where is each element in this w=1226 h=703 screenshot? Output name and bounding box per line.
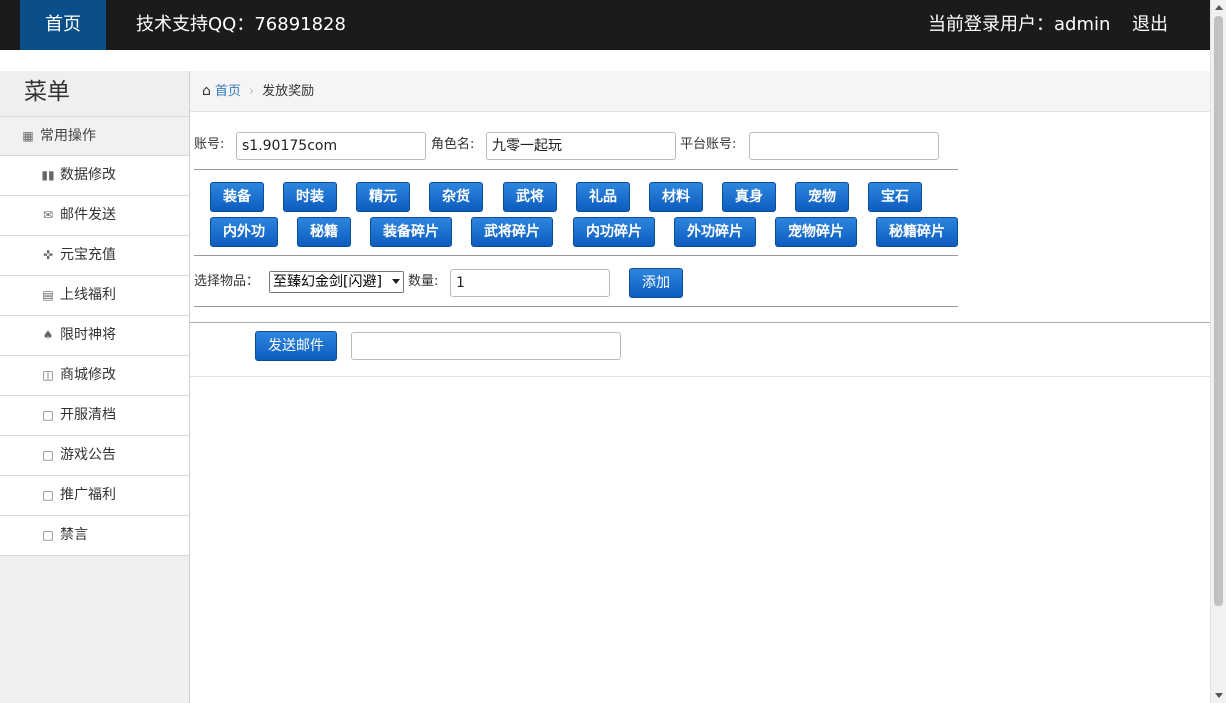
sidebar-item-data-edit[interactable]: ▮▮ 数据修改 xyxy=(0,156,189,196)
books-icon: ▮▮ xyxy=(41,168,55,182)
sidebar-group-common[interactable]: ▦ 常用操作 xyxy=(0,116,189,156)
vertical-scrollbar[interactable] xyxy=(1210,0,1226,703)
category-button-general[interactable]: 武将 xyxy=(503,182,557,212)
send-mail-button[interactable]: 发送邮件 xyxy=(255,331,337,361)
sidebar-item-server-reset[interactable]: □ 开服清档 xyxy=(0,396,189,436)
home-icon: ⌂ xyxy=(202,83,211,99)
divider xyxy=(194,255,958,256)
sidebar-item-mute[interactable]: □ 禁言 xyxy=(0,516,189,556)
sidebar-item-announcement[interactable]: □ 游戏公告 xyxy=(0,436,189,476)
list-icon: ▤ xyxy=(42,288,54,302)
sidebar-item-label: 数据修改 xyxy=(60,167,116,183)
account-label: 账号: xyxy=(194,137,225,152)
category-button-true-body[interactable]: 真身 xyxy=(722,182,776,212)
category-button-misc[interactable]: 杂货 xyxy=(429,182,483,212)
sidebar-item-mail-send[interactable]: ✉ 邮件发送 xyxy=(0,196,189,236)
section-divider xyxy=(190,376,1210,377)
category-button-equipment[interactable]: 装备 xyxy=(210,182,264,212)
divider xyxy=(194,306,958,307)
category-button-inner-skill-shards[interactable]: 内功碎片 xyxy=(573,217,655,247)
category-button-outer-skill-shards[interactable]: 外功碎片 xyxy=(674,217,756,247)
role-name-label: 角色名: xyxy=(431,137,475,152)
scroll-up-arrow-icon[interactable] xyxy=(1215,5,1223,10)
select-item-label: 选择物品： xyxy=(194,274,260,289)
breadcrumb-separator: › xyxy=(248,84,255,99)
quantity-label: 数量: xyxy=(408,274,439,289)
divider xyxy=(194,169,958,170)
folder-open-icon: ◫ xyxy=(42,368,54,382)
top-navbar: 首页 技术支持QQ：76891828 当前登录用户：admin 退出 xyxy=(0,0,1210,50)
platform-account-label: 平台账号: xyxy=(680,137,737,152)
category-button-skills[interactable]: 内外功 xyxy=(210,217,278,247)
category-button-general-shards[interactable]: 武将碎片 xyxy=(471,217,553,247)
platform-account-input[interactable] xyxy=(749,132,939,160)
add-button[interactable]: 添加 xyxy=(629,268,683,298)
sidebar-item-limited-general[interactable]: ♠ 限时神将 xyxy=(0,316,189,356)
breadcrumb-current: 发放奖励 xyxy=(262,84,315,99)
chevron-down-icon xyxy=(392,279,400,284)
sidebar: 菜单 ▦ 常用操作 ▮▮ 数据修改 ✉ 邮件发送 ✜ 元宝充值 ▤ 上线福利 ♠ 限时神将 … xyxy=(0,71,190,703)
scrollbar-thumb[interactable] xyxy=(1214,16,1223,606)
book-icon: ▦ xyxy=(22,129,34,143)
sidebar-item-label: 商城修改 xyxy=(60,367,116,383)
role-name-input[interactable]: 九零一起玩 xyxy=(486,132,676,160)
category-button-manual-shards[interactable]: 秘籍碎片 xyxy=(876,217,958,247)
sidebar-item-shop-edit[interactable]: ◫ 商城修改 xyxy=(0,356,189,396)
support-qq-text: 技术支持QQ：76891828 xyxy=(136,14,346,35)
sidebar-group-label: 常用操作 xyxy=(40,128,96,144)
item-select-value: 至臻幻金剑[闪避] xyxy=(273,274,382,290)
category-button-pet[interactable]: 宠物 xyxy=(795,182,849,212)
account-input[interactable]: s1.90175com xyxy=(236,132,426,160)
quantity-input[interactable]: 1 xyxy=(450,269,610,297)
file-icon: □ xyxy=(42,528,54,542)
envelope-icon: ✉ xyxy=(42,208,54,222)
sidebar-item-promo-bonus[interactable]: □ 推广福利 xyxy=(0,476,189,516)
send-mail-field[interactable] xyxy=(351,332,621,360)
scroll-down-arrow-icon[interactable] xyxy=(1215,693,1223,698)
sidebar-item-label: 游戏公告 xyxy=(60,447,116,463)
section-divider xyxy=(190,322,1210,323)
sidebar-item-label: 开服清档 xyxy=(60,407,116,423)
sidebar-item-label: 邮件发送 xyxy=(60,207,116,223)
category-button-gem[interactable]: 宝石 xyxy=(868,182,922,212)
item-select[interactable]: 至臻幻金剑[闪避] xyxy=(269,271,404,293)
wrench-icon: ✜ xyxy=(42,248,54,262)
sidebar-title: 菜单 xyxy=(0,71,189,116)
sidebar-item-label: 禁言 xyxy=(60,527,88,543)
breadcrumb: ⌂ 首页 › 发放奖励 xyxy=(190,71,1210,112)
sidebar-item-recharge[interactable]: ✜ 元宝充值 xyxy=(0,236,189,276)
file-icon: □ xyxy=(42,408,54,422)
breadcrumb-home-link[interactable]: 首页 xyxy=(215,84,241,99)
sidebar-item-label: 推广福利 xyxy=(60,487,116,503)
nav-home-tab[interactable]: 首页 xyxy=(20,0,106,50)
sidebar-item-label: 上线福利 xyxy=(60,287,116,303)
file-icon: □ xyxy=(42,448,54,462)
logout-link[interactable]: 退出 xyxy=(1132,0,1168,50)
spade-icon: ♠ xyxy=(42,328,54,342)
category-button-material[interactable]: 材料 xyxy=(649,182,703,212)
category-button-pet-shards[interactable]: 宠物碎片 xyxy=(775,217,857,247)
current-user-text: 当前登录用户：admin xyxy=(928,14,1111,35)
category-button-essence[interactable]: 精元 xyxy=(356,182,410,212)
sidebar-item-label: 限时神将 xyxy=(60,327,116,343)
category-button-manual[interactable]: 秘籍 xyxy=(297,217,351,247)
sidebar-item-label: 元宝充值 xyxy=(60,247,116,263)
category-button-fashion[interactable]: 时装 xyxy=(283,182,337,212)
category-button-gift[interactable]: 礼品 xyxy=(576,182,630,212)
category-button-equipment-shards[interactable]: 装备碎片 xyxy=(370,217,452,247)
file-icon: □ xyxy=(42,488,54,502)
sidebar-item-online-bonus[interactable]: ▤ 上线福利 xyxy=(0,276,189,316)
